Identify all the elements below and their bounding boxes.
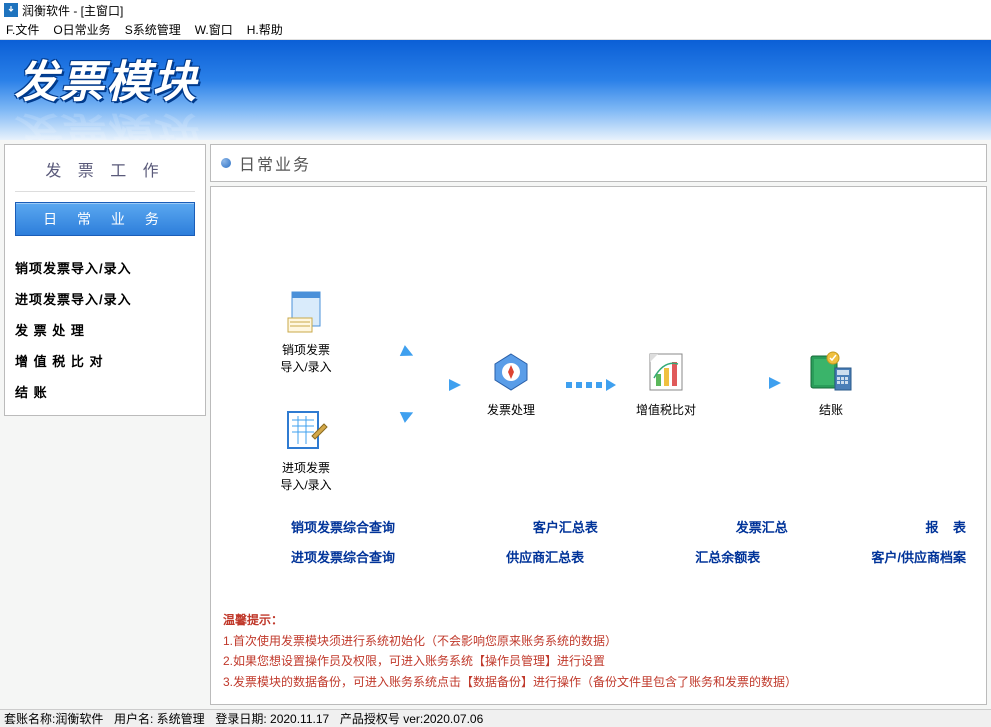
tips-line-3: 3.发票模块的数据备份，可进入账务系统点击【数据备份】进行操作（备份文件里包含了… bbox=[223, 672, 974, 692]
arrow-icon bbox=[721, 375, 781, 391]
chart-page-icon bbox=[621, 347, 711, 397]
link-customer-summary[interactable]: 客户汇总表 bbox=[533, 517, 598, 536]
sidebar-item-invoice-process[interactable]: 发 票 处 理 bbox=[15, 314, 195, 345]
link-archives[interactable]: 客户/供应商档案 bbox=[871, 547, 966, 566]
flow-sales-import-label: 销项发票 导入/录入 bbox=[261, 341, 351, 375]
book-calc-icon bbox=[786, 347, 876, 397]
statusbar: 套账名称:润衡软件 用户名: 系统管理 登录日期: 2020.11.17 产品授… bbox=[0, 709, 991, 727]
menu-help[interactable]: H.帮助 bbox=[247, 21, 283, 38]
tips-header: 温馨提示： bbox=[223, 610, 974, 630]
sidebar-item-purchase-import[interactable]: 进项发票导入/录入 bbox=[15, 283, 195, 314]
content: 日常业务 销项发票 导入/录入 bbox=[210, 140, 991, 709]
flow-purchase-import[interactable]: 进项发票 导入/录入 bbox=[261, 405, 351, 493]
menu-system[interactable]: S系统管理 bbox=[125, 21, 181, 38]
status-user: 用户名: 系统管理 bbox=[114, 710, 205, 727]
arrow-icon bbox=[411, 377, 461, 393]
banner-reflection: 发票模块 bbox=[14, 106, 198, 140]
flow-invoice-process[interactable]: 发票处理 bbox=[466, 347, 556, 418]
link-purchase-query[interactable]: 进项发票综合查询 bbox=[291, 547, 395, 566]
flow-vat-compare-label: 增值税比对 bbox=[621, 401, 711, 418]
window-title: 润衡软件 - [主窗口] bbox=[22, 2, 123, 19]
link-reports[interactable]: 报 表 bbox=[926, 517, 966, 536]
titlebar: 润衡软件 - [主窗口] bbox=[0, 0, 991, 20]
dots-arrow-icon bbox=[566, 379, 616, 391]
menu-daily[interactable]: O日常业务 bbox=[53, 21, 110, 38]
status-license: 产品授权号 ver:2020.07.06 bbox=[340, 710, 483, 727]
compass-icon bbox=[466, 347, 556, 397]
link-invoice-summary[interactable]: 发票汇总 bbox=[736, 517, 788, 536]
banner: 发票模块 发票模块 bbox=[0, 40, 991, 140]
flow-purchase-import-label: 进项发票 导入/录入 bbox=[261, 459, 351, 493]
sidebar-item-vat-compare[interactable]: 增 值 税 比 对 bbox=[15, 345, 195, 376]
bullet-icon bbox=[221, 158, 231, 168]
link-supplier-summary[interactable]: 供应商汇总表 bbox=[506, 547, 584, 566]
menu-window[interactable]: W.窗口 bbox=[195, 21, 233, 38]
tips: 温馨提示： 1.首次使用发票模块须进行系统初始化（不会影响您原来账务系统的数据）… bbox=[223, 610, 974, 692]
menubar: F.文件 O日常业务 S系统管理 W.窗口 H.帮助 bbox=[0, 20, 991, 40]
status-login: 登录日期: 2020.11.17 bbox=[215, 710, 329, 727]
tips-line-2: 2.如果您想设置操作员及权限，可进入账务系统【操作员管理】进行设置 bbox=[223, 651, 974, 671]
flow-close-accounts[interactable]: 结账 bbox=[786, 347, 876, 418]
banner-title: 发票模块 bbox=[14, 46, 198, 110]
status-account: 套账名称:润衡软件 bbox=[4, 710, 103, 727]
content-header: 日常业务 bbox=[210, 144, 987, 182]
flow-close-accounts-label: 结账 bbox=[786, 401, 876, 418]
menu-file[interactable]: F.文件 bbox=[6, 21, 39, 38]
arrow-icon bbox=[355, 323, 416, 363]
link-sales-query[interactable]: 销项发票综合查询 bbox=[291, 517, 395, 536]
links-row-2: 进项发票综合查询 供应商汇总表 汇总余额表 客户/供应商档案 bbox=[291, 547, 966, 566]
sidebar-item-close-accounts[interactable]: 结 账 bbox=[15, 376, 195, 407]
flow-vat-compare[interactable]: 增值税比对 bbox=[621, 347, 711, 418]
flow-invoice-process-label: 发票处理 bbox=[466, 401, 556, 418]
document-icon bbox=[261, 287, 351, 337]
tips-line-1: 1.首次使用发票模块须进行系统初始化（不会影响您原来账务系统的数据） bbox=[223, 631, 974, 651]
links-row-1: 销项发票综合查询 客户汇总表 发票汇总 报 表 bbox=[291, 517, 966, 536]
content-body: 销项发票 导入/录入 进项发票 导入/录入 bbox=[210, 186, 987, 705]
arrow-icon bbox=[355, 405, 416, 445]
sidebar: 发 票 工 作 日 常 业 务 销项发票导入/录入 进项发票导入/录入 发 票 … bbox=[0, 140, 210, 709]
main-area: 发 票 工 作 日 常 业 务 销项发票导入/录入 进项发票导入/录入 发 票 … bbox=[0, 140, 991, 709]
spreadsheet-pen-icon bbox=[261, 405, 351, 455]
sidebar-item-sales-import[interactable]: 销项发票导入/录入 bbox=[15, 252, 195, 283]
app-icon bbox=[4, 3, 18, 17]
content-title: 日常业务 bbox=[239, 151, 311, 175]
link-balance-summary[interactable]: 汇总余额表 bbox=[695, 547, 760, 566]
flow-sales-import[interactable]: 销项发票 导入/录入 bbox=[261, 287, 351, 375]
sidebar-item-daily-business[interactable]: 日 常 业 务 bbox=[15, 202, 195, 236]
sidebar-heading: 发 票 工 作 bbox=[15, 153, 195, 192]
